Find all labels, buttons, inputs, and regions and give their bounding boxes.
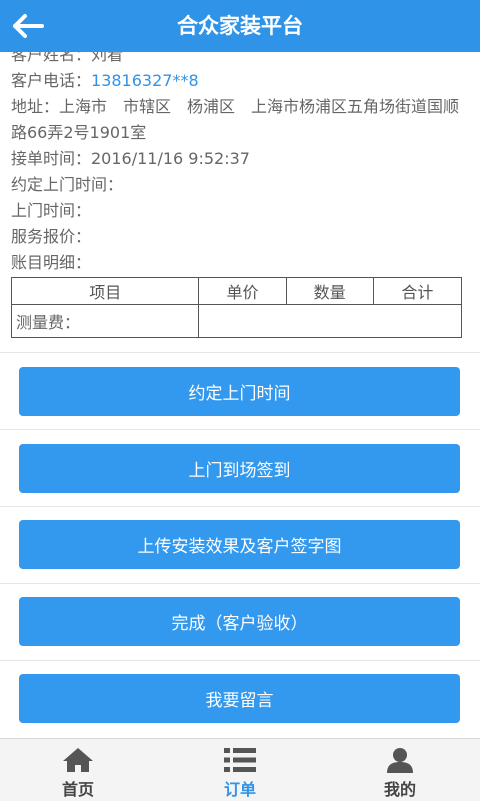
- divider: [0, 506, 480, 507]
- upload-photos-button[interactable]: 上传安装效果及客户签字图: [19, 520, 460, 569]
- back-button[interactable]: [0, 0, 56, 52]
- table-header-row: 项目 单价 数量 合计: [10, 277, 463, 305]
- leave-message-button[interactable]: 我要留言: [19, 674, 460, 723]
- account-detail: 账目明细：: [11, 253, 92, 272]
- table-cell-item: 测量费：: [10, 304, 200, 338]
- divider: [0, 583, 480, 584]
- tab-home[interactable]: 首页: [18, 739, 138, 801]
- app-header: 合众家装平台: [0, 0, 480, 52]
- visit-time: 上门时间：: [11, 201, 92, 220]
- home-icon: [63, 748, 93, 772]
- bottom-tab-bar: 首页 订单 我的: [0, 738, 480, 801]
- customer-phone-row: 客户电话：13816327**8: [11, 68, 471, 94]
- back-arrow-icon: [13, 14, 44, 38]
- customer-name: 客户姓名：刘看: [11, 52, 124, 64]
- divider: [0, 660, 480, 661]
- schedule-visit-button[interactable]: 约定上门时间: [19, 367, 460, 416]
- service-quote: 服务报价：: [11, 227, 92, 246]
- complete-button[interactable]: 完成（客户验收）: [19, 597, 460, 646]
- divider: [0, 352, 480, 353]
- cost-table: 项目 单价 数量 合计 测量费：: [10, 277, 463, 338]
- column-header-total: 合计: [372, 277, 463, 305]
- tab-home-label: 首页: [61, 780, 94, 799]
- address: 地址：上海市 市辖区 杨浦区 上海市杨浦区五角场街道国顺路66弄2号1901室: [11, 97, 460, 142]
- phone-label: 客户电话：: [11, 71, 92, 90]
- column-header-quantity: 数量: [285, 277, 374, 305]
- divider: [0, 429, 480, 430]
- tab-mine-label: 我的: [383, 780, 416, 799]
- table-row: 测量费：: [10, 304, 462, 338]
- page-title: 合众家装平台: [177, 14, 303, 38]
- check-in-button[interactable]: 上门到场签到: [19, 444, 460, 493]
- column-header-item: 项目: [10, 277, 200, 305]
- tab-mine[interactable]: 我的: [340, 739, 460, 801]
- phone-link[interactable]: 13816327**8: [91, 71, 199, 90]
- table-cell-values: [198, 304, 462, 338]
- user-icon: [387, 748, 413, 773]
- appointment-time: 约定上门时间：: [11, 175, 124, 194]
- tab-orders-label: 订单: [223, 780, 256, 799]
- order-detail-content[interactable]: 客户姓名：刘看 客户电话：13816327**8 地址：上海市 市辖区 杨浦区 …: [0, 52, 480, 738]
- list-icon: [224, 748, 256, 772]
- tab-orders[interactable]: 订单: [180, 739, 300, 801]
- accept-time: 接单时间：2016/11/16 9:52:37: [11, 149, 250, 168]
- column-header-unit-price: 单价: [198, 277, 287, 305]
- order-info: 客户姓名：刘看 客户电话：13816327**8 地址：上海市 市辖区 杨浦区 …: [11, 52, 471, 276]
